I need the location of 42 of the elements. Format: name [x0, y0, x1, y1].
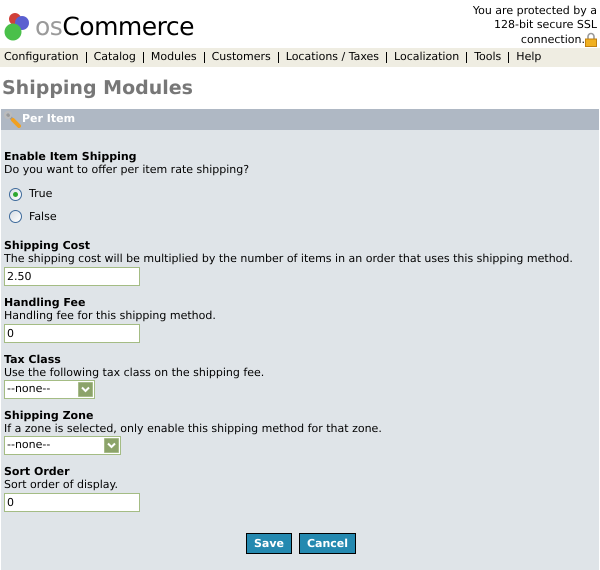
ssl-notice: 128-bit secure SSL — [494, 18, 597, 32]
menu-link[interactable]: Locations / Taxes — [286, 49, 380, 66]
text-field[interactable]: 0 — [4, 493, 140, 512]
menu-link[interactable]: Catalog — [94, 49, 136, 66]
ssl-notice: You are protected by a — [472, 4, 597, 18]
dropdown[interactable]: --none-- — [4, 380, 95, 399]
field-label: Sort Order — [4, 465, 71, 478]
dropdown[interactable]: --none-- — [4, 436, 121, 455]
chevron-icon — [104, 438, 119, 453]
radio-button[interactable] — [9, 188, 22, 201]
radio-button[interactable] — [9, 210, 22, 224]
text-field[interactable]: 0 — [4, 324, 140, 343]
save-button[interactable]: Save — [246, 533, 292, 554]
text-field[interactable]: 2.50 — [4, 267, 140, 286]
field-description: Use the following tax class on the shipping fee. — [4, 366, 266, 379]
menu-link[interactable]: Configuration — [4, 49, 79, 66]
menu-link[interactable]: Customers — [212, 49, 271, 66]
ssl-notice: connection. — [520, 33, 585, 47]
field-label: Enable Item Shipping — [4, 150, 138, 163]
lock-icon — [585, 32, 597, 47]
field-description: Do you want to offer per item rate shipping? — [4, 163, 250, 176]
logo-icon — [3, 11, 31, 41]
menu-link[interactable]: Localization — [394, 49, 460, 66]
field-description: If a zone is selected, only enable this shipping method for that zone. — [4, 422, 383, 435]
field-label: Handling Fee — [4, 296, 86, 309]
field-label: Tax Class — [4, 353, 62, 366]
menu-link[interactable]: Tools — [474, 49, 502, 66]
page-title: Shipping Modules — [2, 76, 194, 100]
radio-label: True — [29, 186, 52, 202]
logo-text: osCommerce — [35, 14, 194, 38]
field-description: Handling fee for this shipping method. — [4, 309, 217, 322]
panel-header: Per Item — [1, 109, 599, 130]
chevron-icon — [78, 382, 93, 397]
field-description: The shipping cost will be multiplied by the number of items in an order that uses this shipping method. — [4, 252, 574, 265]
wrench-icon — [4, 111, 21, 128]
radio-label: False — [29, 208, 57, 224]
field-description: Sort order of display. — [4, 478, 119, 491]
field-label: Shipping Zone — [4, 409, 94, 422]
field-label: Shipping Cost — [4, 239, 92, 252]
menu-link[interactable]: Modules — [150, 49, 197, 66]
menu-link[interactable]: Help — [516, 49, 542, 66]
cancel-button[interactable]: Cancel — [298, 533, 356, 554]
